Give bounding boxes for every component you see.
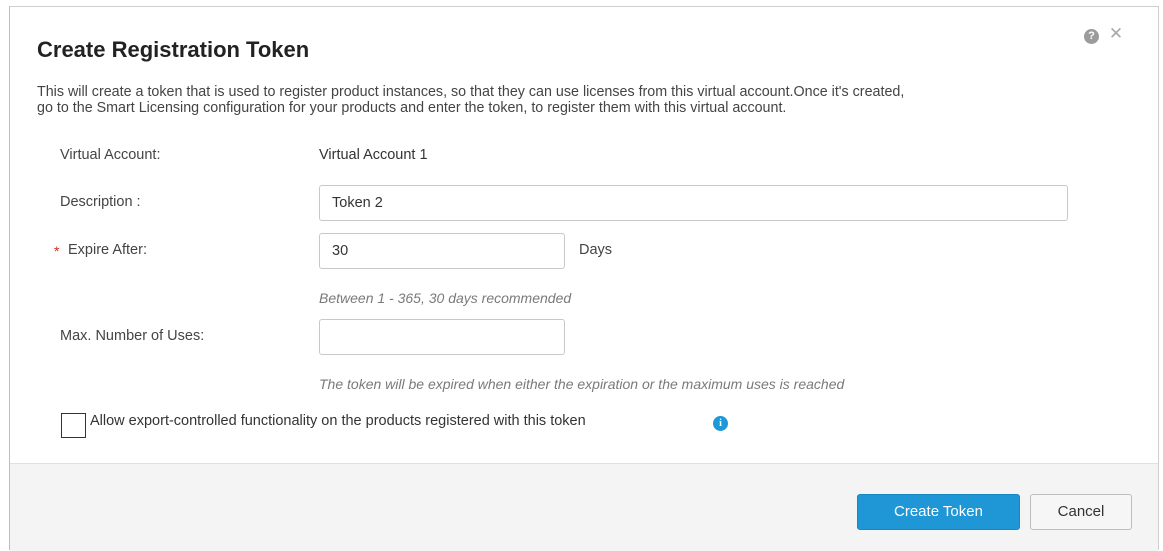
virtual-account-value: Virtual Account 1 bbox=[319, 147, 428, 163]
expire-after-input[interactable] bbox=[319, 233, 565, 269]
export-controlled-label[interactable]: Allow export-controlled functionality on… bbox=[90, 413, 586, 429]
max-uses-input[interactable] bbox=[319, 319, 565, 355]
description-label: Description : bbox=[60, 194, 141, 210]
virtual-account-label: Virtual Account: bbox=[60, 147, 161, 163]
expire-after-label: Expire After: bbox=[68, 242, 147, 258]
create-token-button[interactable]: Create Token bbox=[857, 494, 1020, 530]
create-registration-token-dialog: Create Registration Token ? ✕ This will … bbox=[9, 6, 1159, 551]
expire-after-hint: Between 1 - 365, 30 days recommended bbox=[319, 290, 572, 306]
info-icon[interactable]: i bbox=[713, 416, 728, 431]
required-marker: * bbox=[54, 243, 60, 259]
expire-after-unit: Days bbox=[579, 242, 613, 258]
export-controlled-checkbox[interactable] bbox=[61, 413, 86, 438]
intro-line-2: go to the Smart Licensing configuration … bbox=[37, 100, 787, 116]
max-uses-label: Max. Number of Uses: bbox=[60, 328, 205, 344]
dialog-intro: This will create a token that is used to… bbox=[37, 84, 1137, 116]
dialog-footer: Create Token Cancel bbox=[10, 463, 1158, 551]
max-uses-hint: The token will be expired when either th… bbox=[319, 376, 845, 392]
description-input[interactable] bbox=[319, 185, 1068, 221]
help-icon[interactable]: ? bbox=[1084, 29, 1099, 44]
intro-line-1: This will create a token that is used to… bbox=[37, 84, 905, 100]
dialog-title: Create Registration Token bbox=[37, 37, 310, 62]
close-icon[interactable]: ✕ bbox=[1107, 25, 1125, 43]
cancel-button[interactable]: Cancel bbox=[1030, 494, 1132, 530]
